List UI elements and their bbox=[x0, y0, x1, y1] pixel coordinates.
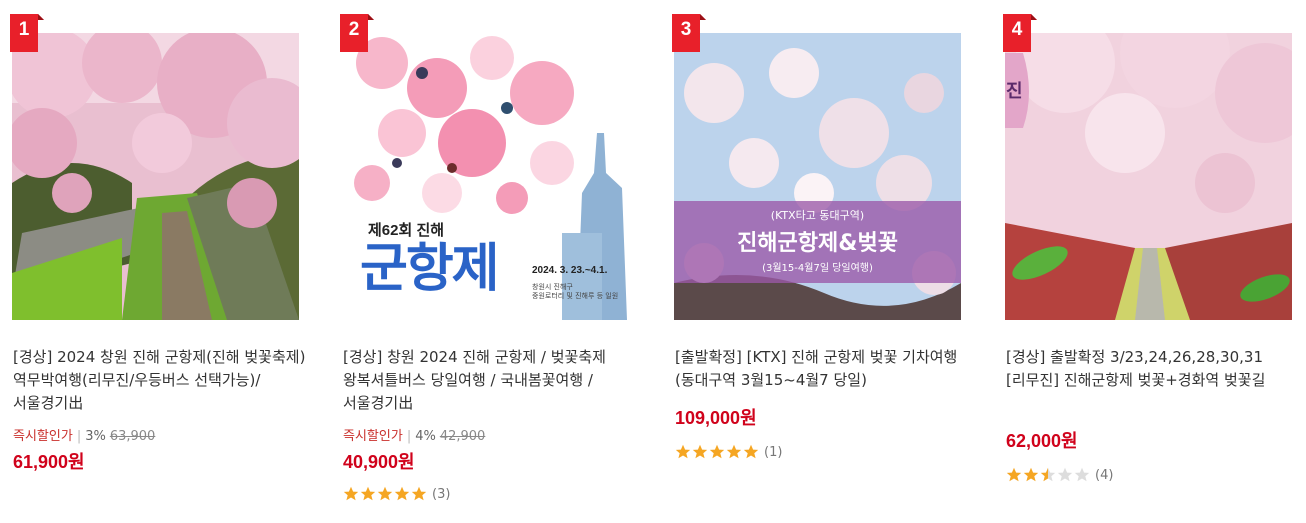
rating: (3) bbox=[343, 485, 450, 503]
product-title[interactable]: [경상] 출발확정 3/23,24,26,28,30,31 [리무진] 진해군항… bbox=[1006, 346, 1302, 392]
star-icon bbox=[709, 444, 725, 459]
star-icon bbox=[1074, 467, 1090, 482]
poster-headline: 군항제 bbox=[360, 239, 500, 299]
star-icon bbox=[1006, 467, 1022, 482]
discount-info: 즉시할인가 | 4% 42,900 bbox=[343, 428, 485, 446]
star-rating bbox=[343, 486, 428, 502]
product-image[interactable]: (KTX타고 동대구역) 진해군항제&벚꽃 (3월15-4월7일 당일여행) bbox=[674, 33, 961, 320]
rank-badge: 4 bbox=[1003, 14, 1037, 52]
product-price: 62,000원 bbox=[1006, 431, 1078, 451]
discount-info: 즉시할인가 | 3% 63,900 bbox=[13, 428, 155, 446]
original-price: 63,900 bbox=[109, 429, 156, 444]
star-icon bbox=[377, 486, 393, 501]
original-price: 42,900 bbox=[439, 429, 486, 444]
product-image[interactable] bbox=[12, 33, 299, 320]
discount-label: 즉시할인가 bbox=[13, 429, 73, 444]
star-icon bbox=[675, 444, 691, 459]
product-title[interactable]: [경상] 2024 창원 진해 군항제(진해 벚꽃축제) 역무박여행(리무진/우… bbox=[13, 346, 309, 415]
rating: (1) bbox=[675, 443, 782, 461]
rank-badge: 3 bbox=[672, 14, 706, 52]
star-icon bbox=[743, 444, 759, 459]
rank-number: 3 bbox=[680, 19, 692, 40]
corner-text: 진 bbox=[1006, 81, 1023, 102]
star-icon bbox=[1040, 467, 1056, 482]
rating: (4) bbox=[1006, 466, 1113, 484]
banner-title: 진해군항제&벚꽃 bbox=[737, 231, 898, 256]
star-icon bbox=[411, 486, 427, 501]
rank-badge: 1 bbox=[10, 14, 44, 52]
rank-badge: 2 bbox=[340, 14, 374, 52]
product-price: 61,900원 bbox=[13, 452, 85, 472]
poster-host-detail: 중원로터리 및 진해루 등 일원 bbox=[532, 292, 619, 300]
star-icon bbox=[360, 486, 376, 501]
discount-label: 즉시할인가 bbox=[343, 429, 403, 444]
rank-number: 1 bbox=[18, 19, 30, 40]
star-rating bbox=[1006, 467, 1091, 483]
divider: | bbox=[406, 429, 412, 444]
product-image[interactable]: 진 bbox=[1005, 33, 1292, 320]
rank-number: 2 bbox=[348, 19, 360, 40]
star-icon bbox=[726, 444, 742, 459]
product-title[interactable]: [경상] 창원 2024 진해 군항제 / 벚꽃축제 왕복셔틀버스 당일여행 /… bbox=[343, 346, 639, 415]
product-price: 109,000원 bbox=[675, 408, 757, 428]
star-rating bbox=[675, 444, 760, 460]
product-image[interactable]: 제62회 진해 군항제 2024. 3. 23.~4.1. 창원시 진해구 중원… bbox=[342, 33, 629, 320]
star-icon bbox=[343, 486, 359, 501]
star-icon bbox=[692, 444, 708, 459]
divider: | bbox=[76, 429, 82, 444]
banner-dates: (3월15-4월7일 당일여행) bbox=[762, 263, 873, 274]
product-title[interactable]: [출발확정] [KTX] 진해 군항제 벚꽃 기차여행(동대구역 3월15~4월… bbox=[675, 346, 971, 392]
star-icon bbox=[1057, 467, 1073, 482]
product-price: 40,900원 bbox=[343, 452, 415, 472]
rank-number: 4 bbox=[1011, 19, 1023, 40]
poster-dates: 2024. 3. 23.~4.1. bbox=[532, 265, 608, 276]
review-count[interactable]: (4) bbox=[1095, 468, 1113, 483]
star-icon bbox=[1023, 467, 1039, 482]
banner-subtitle: (KTX타고 동대구역) bbox=[770, 209, 865, 222]
review-count[interactable]: (1) bbox=[764, 445, 782, 460]
discount-percent: 3% bbox=[85, 429, 106, 444]
discount-percent: 4% bbox=[415, 429, 436, 444]
review-count[interactable]: (3) bbox=[432, 487, 450, 502]
star-icon bbox=[394, 486, 410, 501]
